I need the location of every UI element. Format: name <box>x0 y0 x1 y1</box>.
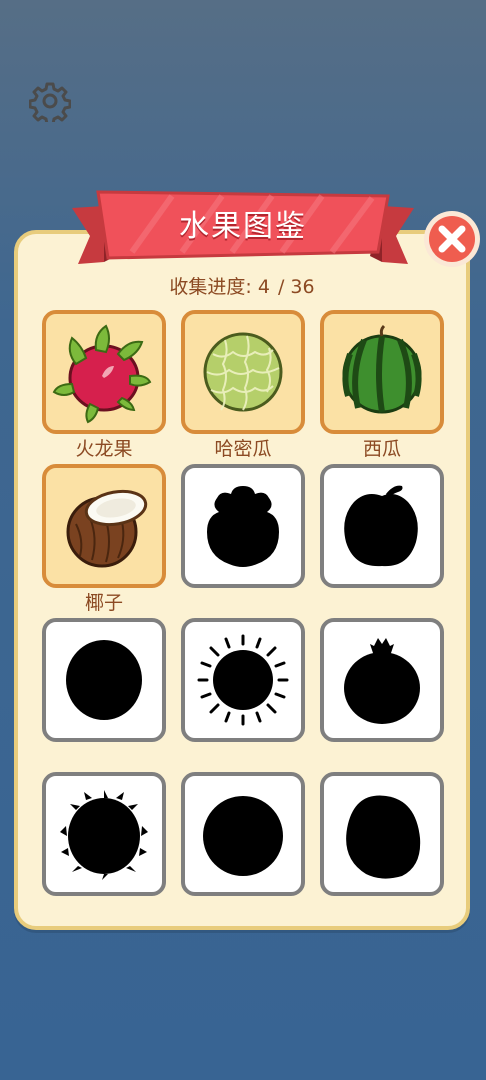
progress-label: 收集进度: <box>169 276 252 298</box>
progress-collected: 4 <box>257 276 270 298</box>
cantaloupe-icon <box>203 332 283 412</box>
fruit-card-dragon-fruit[interactable] <box>42 310 166 434</box>
fruit-name: 椰子 <box>84 592 123 614</box>
coconut-icon <box>66 489 148 568</box>
fruit-name: 西瓜 <box>362 438 401 460</box>
round-fruit-silhouette-icon <box>66 640 142 720</box>
page-title: 水果图鉴 <box>179 209 307 244</box>
dragon-fruit-icon <box>52 324 152 424</box>
gear-icon[interactable] <box>29 80 71 122</box>
watermelon-icon <box>342 324 422 414</box>
fruit-name: 哈密瓜 <box>214 438 272 460</box>
orange-silhouette-icon <box>203 796 283 876</box>
progress-separator: / <box>277 276 285 298</box>
apple-silhouette-icon <box>344 485 418 567</box>
rambutan-silhouette-icon <box>197 634 289 726</box>
mangosteen-silhouette-icon <box>207 486 279 567</box>
peach-silhouette-icon <box>346 795 421 879</box>
fruit-card-watermelon[interactable] <box>320 310 444 434</box>
durian-silhouette-icon <box>60 790 148 880</box>
fruit-card-locked[interactable] <box>42 618 166 742</box>
pomegranate-silhouette-icon <box>344 638 420 724</box>
fruit-card-locked[interactable] <box>320 772 444 896</box>
fruit-card-locked[interactable] <box>181 618 305 742</box>
fruit-card-locked[interactable] <box>42 772 166 896</box>
fruit-card-locked[interactable] <box>320 464 444 588</box>
close-icon[interactable] <box>422 209 482 269</box>
fruit-name: 火龙果 <box>75 438 133 460</box>
progress-total: 36 <box>290 276 315 298</box>
fruit-card-locked[interactable] <box>181 464 305 588</box>
fruit-card-locked[interactable] <box>181 772 305 896</box>
collection-progress: 收集进度: 4 / 36 <box>14 272 470 299</box>
fruit-card-cantaloupe[interactable] <box>181 310 305 434</box>
fruit-card-locked[interactable] <box>320 618 444 742</box>
fruit-card-coconut[interactable] <box>42 464 166 588</box>
